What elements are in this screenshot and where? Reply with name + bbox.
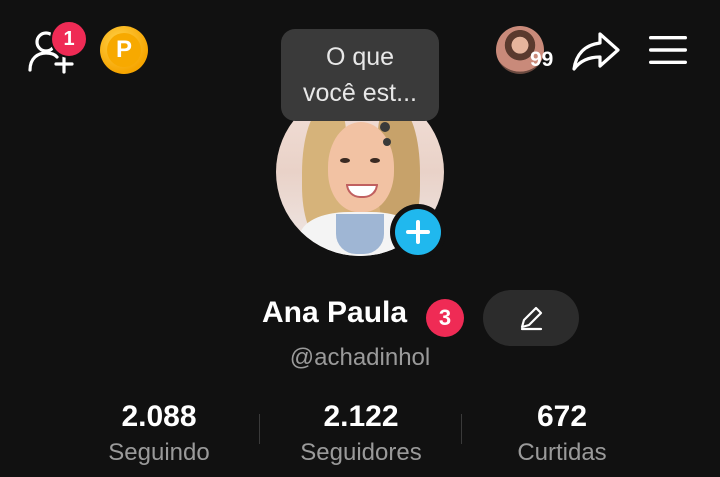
notification-badge: 1	[50, 20, 88, 58]
menu-icon[interactable]	[648, 34, 688, 66]
stat-value: 672	[536, 400, 588, 433]
stat-value: 2.122	[323, 400, 399, 433]
friends-count: 99	[530, 48, 554, 71]
profile-handle: @achadinhol	[289, 344, 431, 371]
pencil-icon	[520, 306, 543, 331]
stat-followers[interactable]: 2.122 Seguidores	[261, 398, 461, 470]
coin-icon[interactable]: P	[100, 26, 148, 74]
stat-label: Seguidores	[300, 439, 422, 466]
add-photo-button[interactable]	[390, 204, 446, 260]
stat-label: Curtidas	[517, 439, 607, 466]
edit-profile-button[interactable]	[483, 290, 579, 346]
tooltip-tail-dot	[383, 138, 391, 146]
status-tooltip[interactable]: O que você est...	[281, 29, 439, 121]
coin-letter: P	[107, 33, 141, 67]
stat-following[interactable]: 2.088 Seguindo	[59, 398, 259, 470]
profile-name: Ana Paula	[262, 296, 408, 329]
stat-divider	[259, 414, 260, 444]
stat-likes[interactable]: 672 Curtidas	[462, 398, 662, 470]
tooltip-line-2: você est...	[303, 79, 417, 107]
tooltip-line-1: O que	[325, 43, 395, 71]
tooltip-tail-dot	[380, 122, 390, 132]
name-badge: 3	[426, 299, 464, 337]
share-icon[interactable]	[570, 28, 622, 72]
stat-value: 2.088	[121, 400, 197, 433]
stat-label: Seguindo	[108, 439, 210, 466]
plus-icon	[395, 209, 441, 255]
